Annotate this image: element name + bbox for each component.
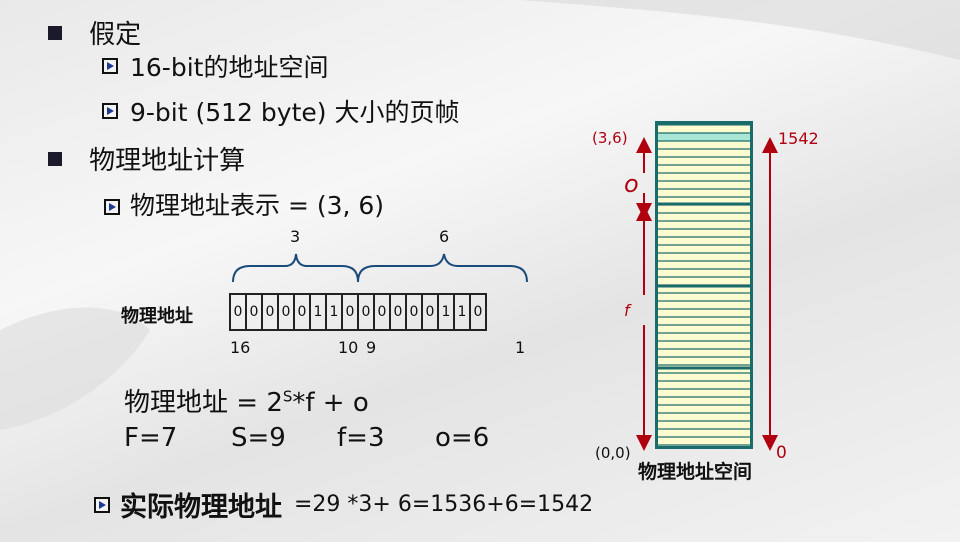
bit-cell: 0 xyxy=(473,304,483,320)
bit-index-1: 1 xyxy=(515,338,526,357)
mem-label-bottom-left: (0,0) xyxy=(595,444,631,462)
bit-cell: 1 xyxy=(329,304,339,320)
bullet-calc: 物理地址计算 xyxy=(48,140,245,177)
bits-offset-group: 000000110 xyxy=(343,293,487,331)
bit-cell: 0 xyxy=(359,295,375,329)
bit-cell: 0 xyxy=(391,295,407,329)
param-S: S=9 xyxy=(231,423,286,453)
square-bullet-icon xyxy=(48,151,62,166)
formula-line: 物理地址 = 2S*f + o xyxy=(124,382,369,419)
assume-heading: 假定 xyxy=(89,20,142,50)
bullet-frame-size: 9-bit (512 byte) 大小的页帧 xyxy=(102,93,459,129)
bit-diagram-label: 物理地址 xyxy=(121,306,193,327)
result-label: 实际物理地址 xyxy=(120,492,282,523)
bit-cell: 0 xyxy=(375,295,391,329)
repr-text: 物理地址表示 = (3, 6) xyxy=(130,191,385,220)
addr-space-text: 16-bit的地址空间 xyxy=(130,53,329,82)
formula-prefix: 物理地址 = 2 xyxy=(124,388,283,418)
param-f: f=3 xyxy=(337,423,385,453)
bit-cell: 1 xyxy=(439,295,455,329)
calc-heading: 物理地址计算 xyxy=(89,146,246,176)
bullet-repr: 物理地址表示 = (3, 6) xyxy=(104,186,384,222)
bullet-result: 实际物理地址 =29 *3+ 6=1536+6=1542 xyxy=(94,485,593,524)
group-label-frame: 3 xyxy=(290,227,301,246)
bit-cell: 0 xyxy=(247,295,263,329)
group-label-offset: 6 xyxy=(439,227,450,246)
result-expression: =29 *3+ 6=1536+6=1542 xyxy=(294,492,594,517)
bit-cell: 1 xyxy=(455,295,471,329)
bit-cell: 0 xyxy=(231,295,247,329)
param-o: o=6 xyxy=(435,423,490,453)
bullet-assume: 假定 xyxy=(48,14,141,51)
mem-caption: 物理地址空间 xyxy=(638,461,753,483)
arrow-bullet-icon xyxy=(102,103,118,119)
bit-index-16: 16 xyxy=(230,338,251,357)
frame-size-text: 9-bit (512 byte) 大小的页帧 xyxy=(130,98,460,127)
bits-frame-group: 0000011 xyxy=(229,293,343,331)
formula-exponent: S xyxy=(282,387,293,406)
square-bullet-icon xyxy=(48,25,62,40)
formula-suffix: *f + o xyxy=(292,388,369,418)
bit-cell: 1 xyxy=(311,295,327,329)
bit-cell: 0 xyxy=(263,295,279,329)
mem-frame-label: f xyxy=(624,301,630,320)
mem-label-top-left: (3,6) xyxy=(592,129,628,147)
bit-cell: 0 xyxy=(343,295,359,329)
brace-graphic xyxy=(232,253,528,283)
bullet-addr-space: 16-bit的地址空间 xyxy=(102,48,328,84)
memory-arrows xyxy=(636,137,778,451)
bit-cell: 0 xyxy=(423,295,439,329)
arrow-bullet-icon xyxy=(102,58,118,74)
bit-index-10: 10 xyxy=(338,338,359,357)
arrow-bullet-icon xyxy=(104,199,120,215)
param-F: F=7 xyxy=(124,423,178,453)
bit-cell: 0 xyxy=(407,295,423,329)
arrow-bullet-icon xyxy=(94,496,110,513)
bit-cell: 0 xyxy=(295,295,311,329)
bit-index-9: 9 xyxy=(366,338,377,357)
bit-cell: 0 xyxy=(279,295,295,329)
bit-register: 0000011 000000110 xyxy=(229,293,487,331)
